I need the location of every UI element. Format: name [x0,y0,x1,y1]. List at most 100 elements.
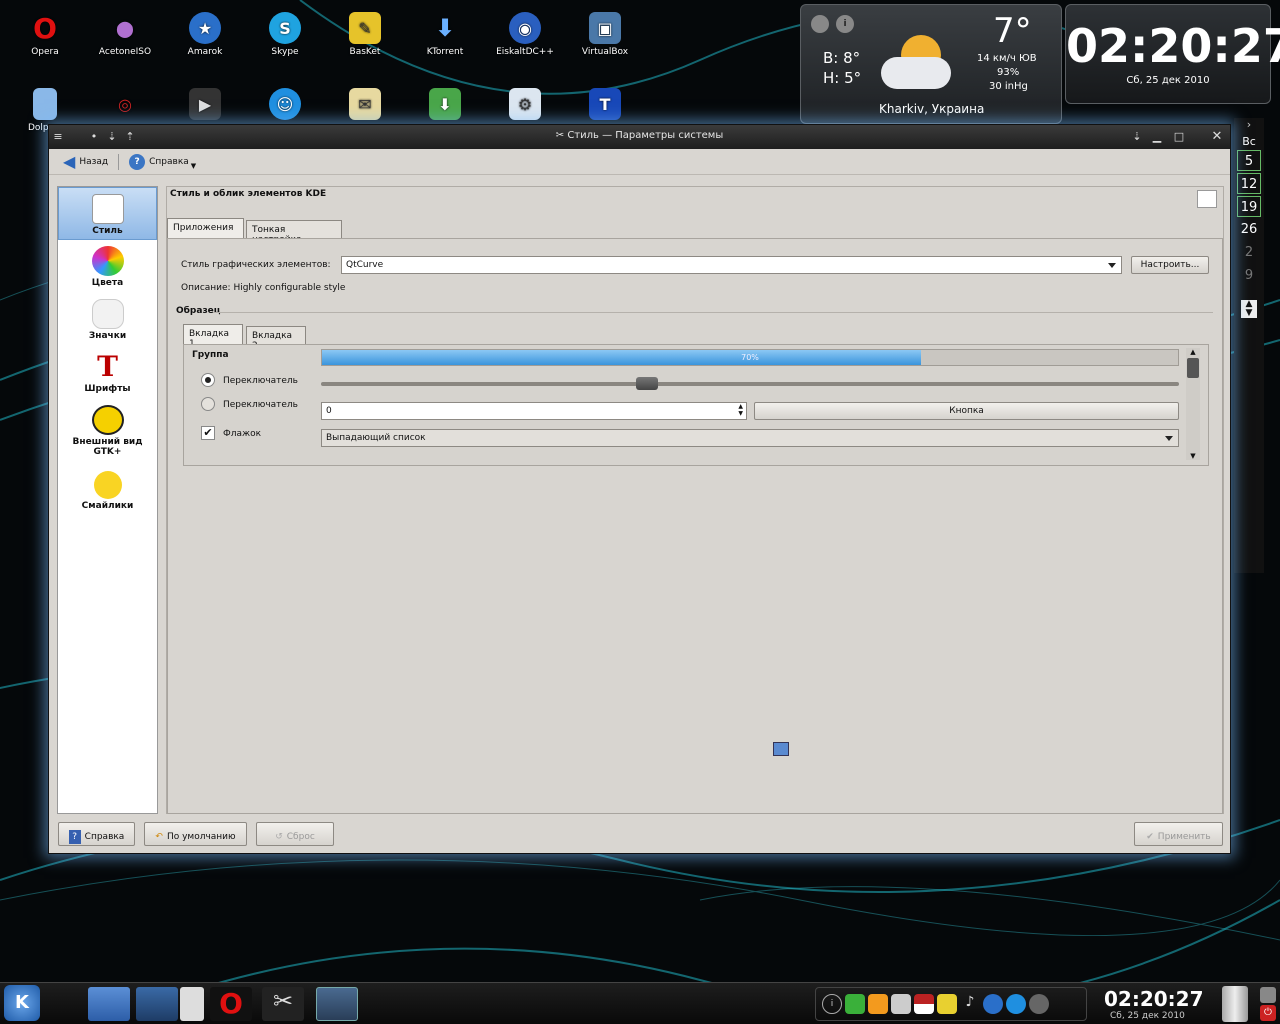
maximize-icon[interactable]: □ [1170,128,1188,146]
desktop-icon-download[interactable]: ⬇ [410,88,480,123]
lock-screen-icon[interactable] [1260,987,1276,1003]
radio-dot [205,377,211,383]
weather-info-icon[interactable]: i [836,15,854,33]
slider[interactable] [321,377,1179,390]
calendar-day[interactable]: 5 [1237,150,1261,171]
shield-icon[interactable] [845,994,865,1014]
apply-button[interactable]: ✔ Применить [1134,822,1223,846]
tab-applications[interactable]: Приложения [167,218,244,239]
gtk-icon [91,405,124,435]
sidebar-item-colors[interactable]: Цвета [58,240,157,293]
network-tray-icon[interactable] [1029,994,1049,1014]
desktop-icon-basket[interactable]: ✎ BasKet [330,12,400,57]
messenger-tray-icon[interactable] [1006,994,1026,1014]
back-button[interactable]: ◀ Назад [57,151,114,173]
sidebar-item-emoticons[interactable]: Смайлики [58,465,157,518]
desktop-icon-mail[interactable]: ✉ [330,88,400,123]
radio-button-1[interactable] [201,373,215,387]
acetoneiso-icon: ⬤ [116,18,134,38]
sidebar-item-fonts[interactable]: T Шрифты [58,346,157,399]
scroll-thumb[interactable] [1187,358,1199,378]
style-icon [91,194,124,224]
desktop-icon-text[interactable]: T [570,88,640,123]
system-settings-window: ≡ • ⇣ ⇡ ✂ Стиль — Параметры системы ⇣ ▁ … [48,124,1231,854]
task-file-manager[interactable] [88,987,130,1021]
help-menu-button[interactable]: ? Справка ▼ [123,151,202,173]
weather-location: Kharkiv, Украина [879,102,985,116]
calendar-day[interactable]: 19 [1237,196,1261,217]
taskbar-clock-time[interactable]: 02:20:27 [1104,987,1204,1011]
help-book-icon: ? [68,830,81,844]
calendar-next-icon[interactable]: › [1234,118,1264,131]
shade-icon[interactable]: ⇣ [1128,128,1146,146]
tab-sample-2[interactable]: Вкладка 2 [246,326,306,351]
messenger-icon: ☺ [269,88,301,120]
scroll-up-icon[interactable]: ▲ [1186,348,1200,356]
calendar-day[interactable]: 12 [1237,173,1261,194]
task-opera[interactable]: O [210,987,252,1021]
task-pager[interactable] [180,987,204,1021]
trash-icon[interactable] [1222,986,1248,1022]
desktop-icon-media[interactable]: ◎ [90,88,160,123]
desktop-icon-messenger[interactable]: ☺ [250,88,320,123]
info-icon[interactable]: i [822,994,842,1014]
rss-icon[interactable] [868,994,888,1014]
volume-icon[interactable]: ♪ [960,994,980,1014]
opera-icon: O [33,11,57,45]
kde-launcher-icon[interactable]: K [4,985,40,1021]
weather-settings-icon[interactable] [811,15,829,33]
desktop-icon-skype[interactable]: S Skype [250,12,320,57]
desktop-icon-video[interactable]: ▶ [170,88,240,123]
shutdown-icon[interactable]: ⏻ [1260,1005,1276,1021]
desktop-icon-acetoneiso[interactable]: ⬤ AcetoneISO [90,12,160,58]
window-titlebar[interactable]: ≡ • ⇣ ⇡ ✂ Стиль — Параметры системы ⇣ ▁ … [49,125,1230,149]
weather-wind: 14 км/ч ЮВ [977,53,1037,64]
widget-style-combo[interactable]: QtCurve [341,256,1122,274]
close-icon[interactable]: ✕ [1208,128,1226,146]
help-button[interactable]: ? Справка [58,822,135,846]
minimize-icon[interactable]: ▁ [1148,128,1166,146]
calendar-day[interactable]: 2 [1237,242,1261,263]
sample-button[interactable]: Кнопка [754,402,1179,420]
tab-fine-tuning[interactable]: Тонкая настройка [246,220,342,245]
checkbox-label: Флажок [223,429,262,439]
tab-sample-1[interactable]: Вкладка 1 [183,324,243,349]
sidebar-item-gtk[interactable]: Внешний вид GTK+ [58,399,157,465]
desktop-icon-amarok[interactable]: ★ Amarok [170,12,240,57]
calendar-spinner[interactable]: ▲ ▼ [1241,300,1257,318]
desktop-icon-network[interactable]: ⚙ [490,88,560,123]
desktop-icon-opera[interactable]: O Opera [10,11,80,58]
scrollbar[interactable]: ▲ ▼ [1186,348,1200,460]
weather-pressure: 30 inHg [989,81,1028,92]
mail-notify-icon[interactable] [891,994,911,1014]
task-system-settings[interactable]: ✂ [262,987,304,1021]
radio-button-2[interactable] [201,397,215,411]
spin-box[interactable]: 0 ▲ ▼ [321,402,747,420]
progress-bar: 70% [321,349,1179,366]
checkbox[interactable]: ✔ [201,426,215,440]
configure-button[interactable]: Настроить... [1131,256,1209,274]
task-terminal[interactable] [136,987,178,1021]
download-icon: ⬇ [429,88,461,120]
sample-dropdown[interactable]: Выпадающий список [321,429,1179,447]
spin-arrows-icon[interactable]: ▲ ▼ [738,403,743,417]
reset-button[interactable]: ↺ Сброс [256,822,334,846]
keyboard-layout-flag-icon[interactable] [914,994,934,1014]
desktop-icon-virtualbox[interactable]: ▣ VirtualBox [570,12,640,57]
desktop-icon-eiskaltdc[interactable]: ◉ EiskaltDC++ [490,12,560,57]
amarok-tray-icon[interactable] [983,994,1003,1014]
sample-divider [213,312,1213,313]
scroll-down-icon[interactable]: ▼ [1186,452,1200,460]
sidebar-item-icons[interactable]: Значки [58,293,157,346]
slider-handle[interactable] [636,377,659,390]
task-active-window[interactable] [316,987,358,1021]
icons-icon [91,299,124,329]
desktop-icon-ktorrent[interactable]: ⬇ KTorrent [410,12,480,57]
sidebar-item-style[interactable]: Стиль [58,187,157,240]
chevron-down-icon [1108,263,1116,268]
notes-icon[interactable] [937,994,957,1014]
radio-label-1: Переключатель [223,376,298,386]
defaults-button[interactable]: ↶ По умолчанию [144,822,247,846]
calendar-day[interactable]: 9 [1237,265,1261,286]
calendar-day[interactable]: 26 [1237,219,1261,240]
